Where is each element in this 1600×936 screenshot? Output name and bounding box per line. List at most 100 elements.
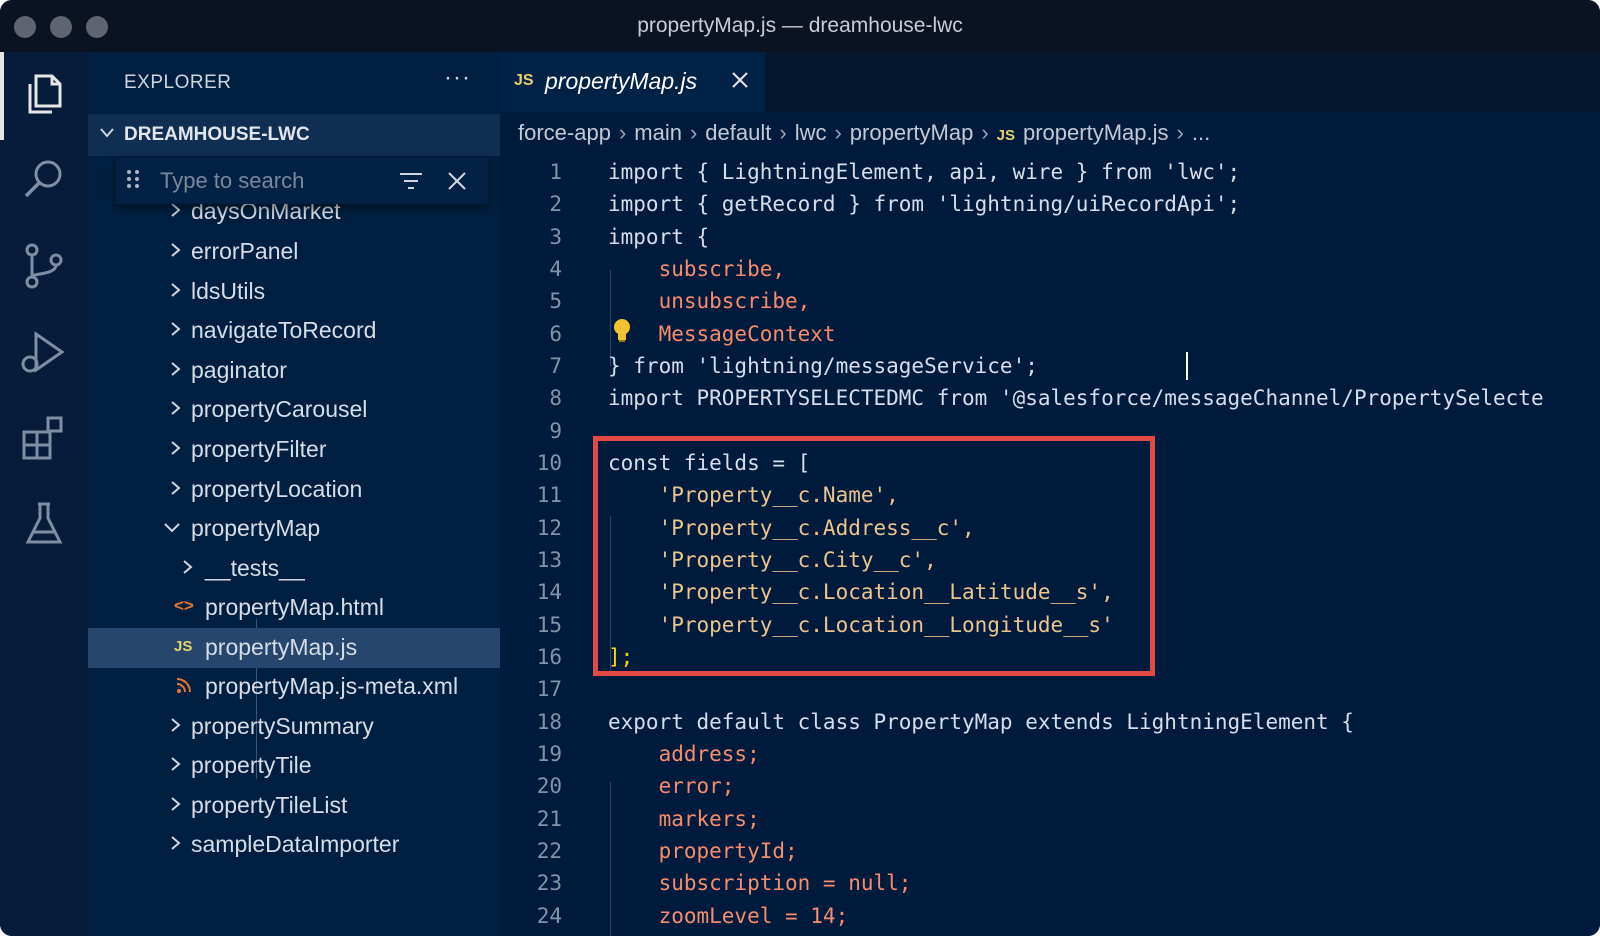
chevron-right-icon	[166, 236, 186, 264]
tree-item-propertyMap-meta-xml[interactable]: propertyMap.js-meta.xml	[88, 667, 500, 707]
tree-item-propertyTile[interactable]: propertyTile	[88, 746, 500, 786]
chevron-right-icon	[166, 474, 186, 502]
workspace-name: DREAMHOUSE-LWC	[124, 124, 310, 145]
chevron-right-icon	[166, 711, 186, 739]
chevron-right-icon: ›	[834, 120, 842, 145]
breadcrumb: force-app › main › default › lwc › propertyMap › J…	[518, 120, 1210, 146]
breadcrumb-item[interactable]: force-app	[518, 120, 611, 145]
line-number: 5	[549, 289, 562, 313]
tree-item-sampleDataImporter[interactable]: sampleDataImporter	[88, 825, 500, 865]
line-number: 12	[536, 516, 562, 540]
code-line: import PROPERTYSELECTEDMC from '@salesfo…	[608, 386, 1544, 410]
line-number: 17	[536, 677, 562, 701]
tree-item-propertyMap-html[interactable]: <> propertyMap.html	[88, 588, 500, 628]
line-number: 22	[536, 839, 562, 863]
breadcrumb-item[interactable]: propertyMap	[850, 120, 974, 145]
chevron-right-icon: ›	[779, 120, 787, 145]
tree-item-propertyFilter[interactable]: propertyFilter	[88, 430, 500, 470]
line-number: 15	[536, 613, 562, 637]
chevron-right-icon: ›	[1176, 120, 1184, 145]
tree-item-propertyTileList[interactable]: propertyTileList	[88, 786, 500, 826]
chevron-right-icon	[166, 829, 186, 857]
code-line: subscription = null;	[608, 871, 912, 895]
breadcrumb-item[interactable]: propertyMap.js	[1023, 120, 1169, 145]
line-number: 6	[549, 322, 562, 346]
chevron-right-icon	[166, 355, 186, 383]
files-icon[interactable]	[18, 68, 70, 120]
tree-item-navigateToRecord[interactable]: navigateToRecord	[88, 311, 500, 351]
line-number: 20	[536, 774, 562, 798]
line-number: 9	[549, 419, 562, 443]
tab-label: propertyMap.js	[545, 68, 698, 94]
tab-bar: JS propertyMap.js	[500, 52, 1600, 112]
chevron-right-icon: ›	[689, 120, 698, 145]
file-tree: brokerCard daysOnMarket errorPanel ldsUt…	[88, 156, 500, 936]
line-number: 3	[549, 225, 562, 249]
chevron-right-icon	[166, 394, 186, 422]
tree-item-errorPanel[interactable]: errorPanel	[88, 232, 500, 272]
sidebar-title: EXPLORER	[124, 72, 232, 93]
line-number: 10	[536, 451, 562, 475]
code-line: } from 'lightning/messageService';	[608, 354, 1038, 378]
line-number: 21	[536, 807, 562, 831]
breadcrumb-item[interactable]: ...	[1192, 120, 1210, 145]
more-actions-icon[interactable]: ···	[444, 64, 471, 92]
line-number: 18	[536, 710, 562, 734]
workspace-section-header[interactable]: DREAMHOUSE-LWC	[88, 114, 500, 156]
line-number: 2	[549, 192, 562, 216]
code-line: propertyId;	[608, 839, 798, 863]
tree-item-propertySummary[interactable]: propertySummary	[88, 707, 500, 747]
line-number: 8	[549, 386, 562, 410]
breadcrumb-item[interactable]: lwc	[795, 120, 827, 145]
close-icon[interactable]	[728, 68, 752, 92]
code-editor[interactable]: 1 2 3 4 5 6 7 8 9 10 11 12 13 14 15 16 1…	[500, 158, 1600, 936]
code-line: subscribe,	[608, 257, 786, 281]
code-line: markers;	[608, 807, 760, 831]
title-bar: propertyMap.js — dreamhouse-lwc	[0, 0, 1600, 52]
tree-item-propertyCarousel[interactable]: propertyCarousel	[88, 390, 500, 430]
js-file-icon: JS	[514, 72, 534, 89]
code-line: export default class PropertyMap extends…	[608, 710, 1354, 734]
breadcrumb-item[interactable]: default	[705, 120, 771, 145]
tree-item-ldsUtils[interactable]: ldsUtils	[88, 272, 500, 312]
breadcrumb-item[interactable]: main	[634, 120, 682, 145]
line-number: 1	[549, 160, 562, 184]
tree-item-propertyMap[interactable]: propertyMap	[88, 509, 500, 549]
tree-find-widget[interactable]: Type to search	[116, 158, 488, 204]
filter-icon[interactable]	[398, 168, 424, 194]
tree-item-propertyLocation[interactable]: propertyLocation	[88, 470, 500, 510]
search-input[interactable]: Type to search	[160, 168, 304, 194]
chevron-down-icon	[98, 122, 116, 150]
line-number: 11	[536, 483, 562, 507]
drag-handle-icon[interactable]	[126, 168, 140, 195]
line-number: 13	[536, 548, 562, 572]
tree-item-propertyMap-js[interactable]: JS propertyMap.js	[88, 628, 500, 668]
rss-icon	[176, 676, 192, 699]
chevron-right-icon: ›	[618, 120, 627, 145]
indent-guide	[610, 270, 611, 366]
code-line: import { LightningElement, api, wire } f…	[608, 160, 1241, 184]
html-file-icon: <>	[174, 596, 194, 615]
code-line: MessageContext	[608, 322, 836, 346]
lightbulb-icon[interactable]	[612, 318, 632, 344]
line-number: 4	[549, 257, 562, 281]
line-number: 14	[536, 580, 562, 604]
vscode-window: propertyMap.js — dreamhouse-lwc EXPLORER…	[0, 0, 1600, 936]
run-debug-icon[interactable]	[18, 326, 70, 378]
code-line: import {	[608, 225, 710, 249]
close-icon[interactable]	[444, 168, 470, 194]
source-control-icon[interactable]	[18, 240, 70, 292]
window-title: propertyMap.js — dreamhouse-lwc	[637, 14, 963, 37]
tree-item-paginator[interactable]: paginator	[88, 351, 500, 391]
editor-area: JS propertyMap.js force-app › main › default…	[500, 52, 1600, 936]
activity-bar	[0, 52, 88, 936]
code-line: address;	[608, 742, 760, 766]
tree-item-tests[interactable]: __tests__	[88, 549, 500, 589]
search-icon[interactable]	[18, 154, 70, 206]
extensions-icon[interactable]	[18, 412, 70, 464]
tab-propertyMap-js[interactable]: JS propertyMap.js	[500, 52, 765, 112]
flask-icon[interactable]	[18, 498, 70, 550]
chevron-right-icon	[166, 790, 186, 818]
js-file-icon: JS	[174, 638, 193, 655]
chevron-right-icon: ›	[981, 120, 989, 145]
